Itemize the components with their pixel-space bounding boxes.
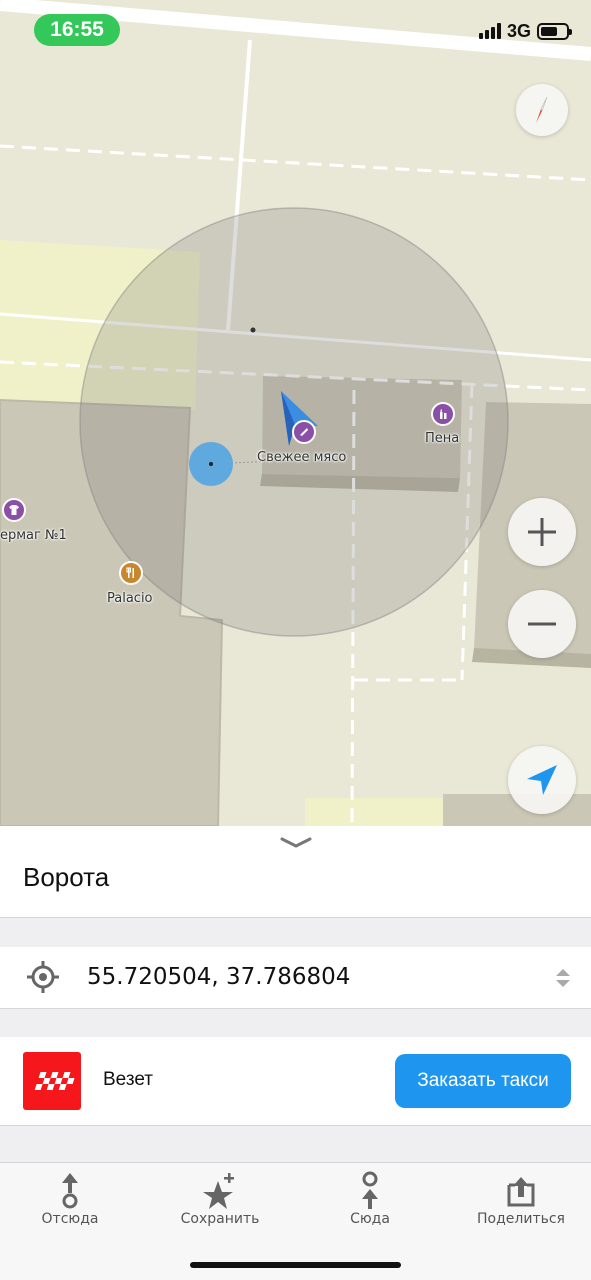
crosshair-icon: [27, 961, 59, 993]
poi-label-svezhee-myaso: Свежее мясо: [257, 450, 347, 465]
order-taxi-button[interactable]: Заказать такси: [395, 1054, 571, 1108]
poi-label-palacio: Palacio: [107, 591, 153, 606]
signal-icon: [478, 23, 501, 39]
taxi-provider-logo: [23, 1052, 81, 1110]
restaurant-icon[interactable]: [119, 561, 143, 585]
route-from-icon: [62, 1173, 78, 1209]
section-divider: [0, 1125, 591, 1163]
status-time: 16:55: [34, 14, 120, 46]
zoom-in-button[interactable]: [508, 498, 576, 566]
coordinates-text[interactable]: 55.720504, 37.786804: [87, 964, 350, 990]
battery-icon: [537, 22, 572, 40]
map-canvas: [0, 0, 591, 826]
status-indicators: 3G: [478, 20, 572, 42]
section-divider: [0, 917, 591, 948]
taxi-provider-name: Везет: [103, 1069, 153, 1090]
tab-label-to: Сюда: [350, 1211, 390, 1227]
bottle-shop-icon[interactable]: [431, 402, 455, 426]
clothes-shop-icon[interactable]: [2, 498, 26, 522]
location-arrow-icon: [527, 765, 557, 795]
save-button[interactable]: Сохранить: [160, 1163, 280, 1243]
tab-label-from: Отсюда: [41, 1211, 99, 1227]
compass-icon: [536, 96, 548, 123]
route-from-button[interactable]: Отсюда: [10, 1163, 130, 1243]
poi-label-pena: Пена: [425, 431, 460, 446]
chevron-down-icon: [280, 837, 312, 848]
plus-icon: [528, 518, 556, 546]
place-title: Ворота: [23, 862, 110, 892]
star-plus-icon: [203, 1173, 234, 1209]
network-type: 3G: [506, 20, 531, 41]
meat-shop-icon[interactable]: [292, 420, 316, 444]
map-view[interactable]: Свежее мясо Пена ермаг №1 Palacio 16:55 …: [0, 0, 591, 826]
my-location-button[interactable]: [508, 746, 576, 814]
share-icon: [507, 1177, 535, 1207]
sort-arrows-icon[interactable]: [555, 968, 571, 988]
route-to-icon: [362, 1171, 378, 1209]
section-divider: [0, 1008, 591, 1038]
poi-label-ermag: ермаг №1: [0, 528, 67, 543]
tab-label-save: Сохранить: [180, 1211, 260, 1227]
home-indicator[interactable]: [190, 1262, 401, 1268]
tab-label-share: Поделиться: [477, 1211, 565, 1227]
share-button[interactable]: Поделиться: [461, 1163, 581, 1243]
route-to-button[interactable]: Сюда: [310, 1163, 430, 1243]
sheet-collapse-handle[interactable]: [280, 836, 312, 854]
zoom-out-button[interactable]: [508, 590, 576, 658]
compass-button[interactable]: [516, 84, 568, 136]
minus-icon: [528, 622, 556, 626]
park-area: [305, 798, 445, 826]
taxi-checker-icon: [34, 1072, 75, 1090]
